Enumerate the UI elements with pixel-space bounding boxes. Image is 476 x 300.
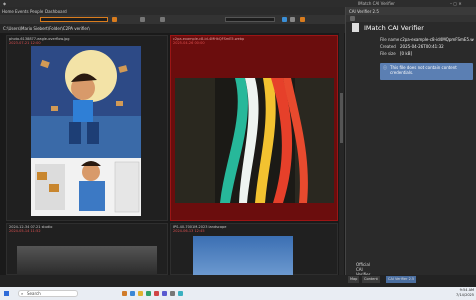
taskbar-search-label: Search	[27, 291, 41, 296]
file-icon	[352, 23, 359, 32]
app-icon-photos[interactable]	[178, 291, 183, 296]
cartoon-image	[31, 46, 141, 216]
thumb-meta: 2024-05-14 11:52	[9, 229, 41, 233]
warning-text: This file does not contain content crede…	[390, 65, 457, 75]
app-icon-folder[interactable]	[138, 291, 143, 296]
thumb-meta: 2023-07-21 12:00	[9, 41, 41, 45]
panel-header-title: CAI Verifier 2.5	[349, 9, 379, 14]
taskbar-search[interactable]: ⌕ Search	[18, 290, 78, 297]
search-input[interactable]	[40, 17, 108, 22]
view-icon[interactable]	[160, 17, 165, 22]
tab-content[interactable]: Content	[362, 276, 380, 283]
value-file-name: c2pa-example-c8-id4MQpmFSmE5.webp	[400, 37, 474, 42]
value-created: 2025-04-26T00:41:32	[400, 44, 444, 49]
label-file-size: File size	[380, 51, 396, 56]
menu-home[interactable]: Home	[2, 9, 14, 14]
thumbnail-cartoon[interactable]: photo-6138877-eagle-overflow.jpg 2023-07…	[6, 35, 168, 221]
filter-icon[interactable]	[112, 17, 117, 22]
start-icon[interactable]	[4, 291, 9, 296]
thumbnail-selected[interactable]: c2pa-example-c8-id-4MHkQFSmE5.webp 2025-…	[170, 35, 338, 221]
tab-map[interactable]: Map	[348, 276, 360, 283]
app-icon-mail[interactable]	[154, 291, 159, 296]
value-file-size: [0 kB]	[400, 51, 412, 56]
app-icon-store[interactable]	[146, 291, 151, 296]
thumbnail-grid: photo-6138877-eagle-overflow.jpg 2023-07…	[0, 33, 345, 276]
clock-time: 9:54 AM	[459, 288, 474, 292]
app-logo-icon: ◆	[3, 1, 7, 6]
favorite-icon[interactable]	[282, 17, 287, 22]
menu-bar: Home Events People Dashboard	[0, 7, 345, 15]
app-icon-settings[interactable]	[170, 291, 175, 296]
path-bar: C:\Users\Mario Siebert\Folder\C2PA verif…	[0, 24, 345, 33]
landscape-image	[193, 236, 293, 276]
thumbnail-landscape[interactable]: IPS-40-7001M-2023 landscape 2024-06-13 1…	[170, 223, 338, 276]
thumbnail-studio[interactable]: 2024-12-34 07.21 studio 2024-05-14 11:52	[6, 223, 168, 276]
panel-header: CAI Verifier 2.5	[346, 7, 476, 15]
thumb-meta: 2025-04-26 00:00	[173, 41, 205, 45]
taskbar: ⌕ Search 9:54 AM 7/14/2025	[0, 287, 476, 300]
warning-box: ⓘ This file does not contain content cre…	[380, 63, 473, 80]
panel-title: IMatch CAI Verifier	[364, 24, 424, 32]
panel-toolbar	[346, 15, 476, 22]
label-file-name: File name	[380, 37, 400, 42]
folder-path: C:\Users\Mario Siebert\Folder\C2PA verif…	[3, 26, 90, 31]
menu-dashboard[interactable]: Dashboard	[45, 9, 67, 14]
refresh-icon[interactable]	[350, 16, 355, 21]
color-label-icon[interactable]	[300, 17, 305, 22]
menu-events[interactable]: Events	[15, 9, 29, 14]
quick-search-input[interactable]	[225, 17, 275, 22]
studio-image	[17, 246, 157, 276]
options-icon[interactable]	[290, 17, 295, 22]
ribbons-image	[175, 78, 334, 203]
app-icon-teams[interactable]	[162, 291, 167, 296]
label-created: Created	[380, 44, 396, 49]
toolbar	[0, 15, 345, 24]
menu-people[interactable]: People	[30, 9, 43, 14]
search-icon: ⌕	[21, 291, 24, 296]
sort-icon[interactable]	[140, 17, 145, 22]
app-icon-imatch[interactable]	[122, 291, 127, 296]
thumb-meta: 2024-06-13 12:45	[173, 229, 205, 233]
scrollbar-thumb[interactable]	[340, 93, 343, 143]
window-controls[interactable]: – ▢ ✕	[450, 1, 462, 6]
window-title: IMatch CAI Verifier	[358, 1, 395, 6]
grid-scrollbar[interactable]	[339, 33, 344, 275]
app-icon-edge[interactable]	[130, 291, 135, 296]
info-icon: ⓘ	[383, 65, 387, 70]
tab-cai-verifier[interactable]: CAI Verifier 2.5	[386, 276, 417, 283]
title-bar: ◆ IMatch CAI Verifier – ▢ ✕	[0, 0, 476, 7]
clock-date: 7/14/2025	[456, 293, 474, 297]
